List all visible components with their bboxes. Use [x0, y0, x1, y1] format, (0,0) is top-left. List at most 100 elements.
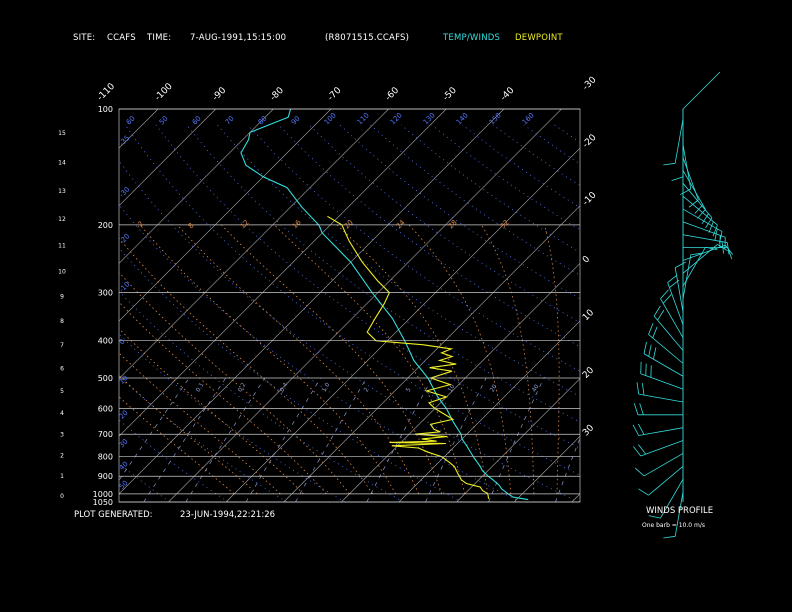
dry-adiabat-top-label: 50: [158, 114, 170, 126]
mixing-ratio-label: 2: [363, 386, 371, 393]
wind-barb-flag: [674, 261, 686, 268]
dry-adiabat: [119, 463, 171, 502]
wind-barb-flag: [648, 344, 652, 357]
dry-adiabat-top-label: 120: [389, 111, 404, 126]
moist-adiabat: [119, 328, 304, 495]
height-tick-label: 3: [60, 431, 64, 438]
height-tick-label: 0: [60, 493, 64, 500]
mixing-ratio-label: 40: [531, 383, 541, 393]
height-tick-label: 8: [60, 318, 64, 325]
pressure-label: 500: [98, 374, 113, 383]
pressure-label: 1050: [93, 498, 113, 507]
mixing-ratio-label: 1.0: [321, 381, 332, 393]
dry-adiabat-top-label: 60: [191, 114, 203, 126]
moist-adiabat: [481, 224, 535, 494]
moist-adiabat-label: 24: [395, 218, 407, 230]
moist-adiabat-label: 8: [187, 222, 196, 231]
moist-adiabat: [119, 374, 258, 495]
mixing-ratio-line: [119, 377, 190, 481]
pressure-label: 300: [98, 289, 113, 298]
dry-adiabat-label: -35: [118, 134, 132, 148]
moist-adiabat-label: 20: [343, 218, 355, 230]
isotherm-line: [398, 320, 580, 502]
moist-adiabat-label: 12: [239, 218, 251, 230]
isotherm-line: [168, 109, 562, 502]
wind-barb-flag: [708, 221, 714, 233]
isotherm-top-label: -80: [268, 85, 286, 103]
dry-adiabat-top-label: 90: [290, 114, 302, 126]
wind-barb-shaft: [638, 393, 684, 403]
isotherm-top-label: -70: [326, 85, 344, 103]
wind-barb-flag: [634, 467, 645, 477]
wind-barb-flag: [667, 274, 678, 283]
height-tick-label: 15: [58, 130, 66, 137]
height-tick-label: 7: [60, 342, 64, 349]
mixing-ratio-label: 0.1: [195, 381, 206, 393]
moist-adiabat: [544, 224, 560, 494]
dry-adiabat: [462, 124, 580, 208]
height-tick-label: 4: [60, 410, 64, 417]
moist-adiabat: [221, 224, 443, 494]
pressure-label: 400: [98, 337, 113, 346]
mixing-ratio-label: 0.4: [279, 381, 290, 393]
dry-adiabat-top-label: 60: [125, 114, 137, 126]
wind-barb-flag: [636, 382, 640, 395]
wind-barb-shaft: [653, 315, 684, 351]
height-tick-label: 14: [58, 160, 66, 167]
mixing-ratio-line: [245, 377, 321, 502]
wind-barb-flag: [643, 341, 647, 354]
wind-barb-shaft: [682, 247, 706, 287]
wind-barb-flag: [638, 423, 645, 435]
moist-adiabat: [119, 352, 281, 495]
dry-adiabat: [247, 124, 580, 372]
wind-barb-shaft: [640, 440, 684, 457]
dry-adiabat-top-label: 70: [224, 114, 236, 126]
wind-barb-flag: [638, 488, 649, 496]
dry-adiabat-label: -30: [118, 185, 132, 199]
pressure-label: 900: [98, 472, 113, 481]
wind-barb-shaft: [682, 157, 699, 201]
height-tick-label: 5: [60, 388, 64, 395]
isotherm-line: [119, 109, 332, 322]
winds-profile-title: WINDS PROFILE: [646, 506, 714, 516]
dry-adiabat-top-label: 110: [356, 111, 371, 126]
moist-adiabat-label: 16: [291, 218, 303, 230]
wind-barb-flag: [688, 199, 699, 208]
wind-barb-flag: [633, 403, 639, 415]
moist-adiabat: [119, 237, 373, 495]
isotherm-line: [283, 205, 580, 502]
dry-adiabat-label: 20: [118, 409, 130, 421]
dry-adiabat-top-label: 150: [488, 111, 503, 126]
moist-adiabat: [408, 224, 512, 494]
moist-adiabat: [119, 271, 350, 495]
pressure-label: 800: [98, 453, 113, 462]
isotherm-side-label: -20: [581, 133, 599, 151]
wind-barb-flag: [641, 383, 645, 396]
dry-adiabat: [646, 125, 792, 502]
moist-adiabat-label: 32: [499, 218, 511, 230]
pressure-label: 200: [98, 221, 113, 230]
isotherm-line: [119, 109, 389, 379]
temperature-profile: [240, 109, 529, 501]
dry-adiabat: [308, 124, 580, 323]
isotherm-top-label: -40: [499, 85, 517, 103]
dry-adiabat: [492, 124, 580, 187]
wind-barb-flag: [639, 403, 644, 415]
wind-barb-flag: [653, 305, 661, 317]
isotherm-line: [514, 435, 580, 502]
wind-barb-flag: [652, 326, 658, 339]
isotherm-side-label: 0: [581, 254, 592, 265]
wind-barb-shaft: [682, 254, 692, 300]
wind-barb-shaft: [643, 453, 684, 477]
plot-frame: [118, 108, 581, 503]
moist-adiabat: [119, 396, 235, 495]
isotherm-side-label: -30: [581, 75, 599, 93]
isotherm-line: [456, 378, 580, 502]
dry-adiabat: [431, 124, 580, 231]
pressure-label: 700: [98, 430, 113, 439]
mixing-ratio-line: [185, 377, 266, 502]
isotherm-top-label: -110: [96, 81, 118, 103]
wind-barb-flag: [671, 176, 684, 181]
pressure-label: 100: [98, 105, 113, 114]
wind-barb-flag: [633, 446, 642, 457]
